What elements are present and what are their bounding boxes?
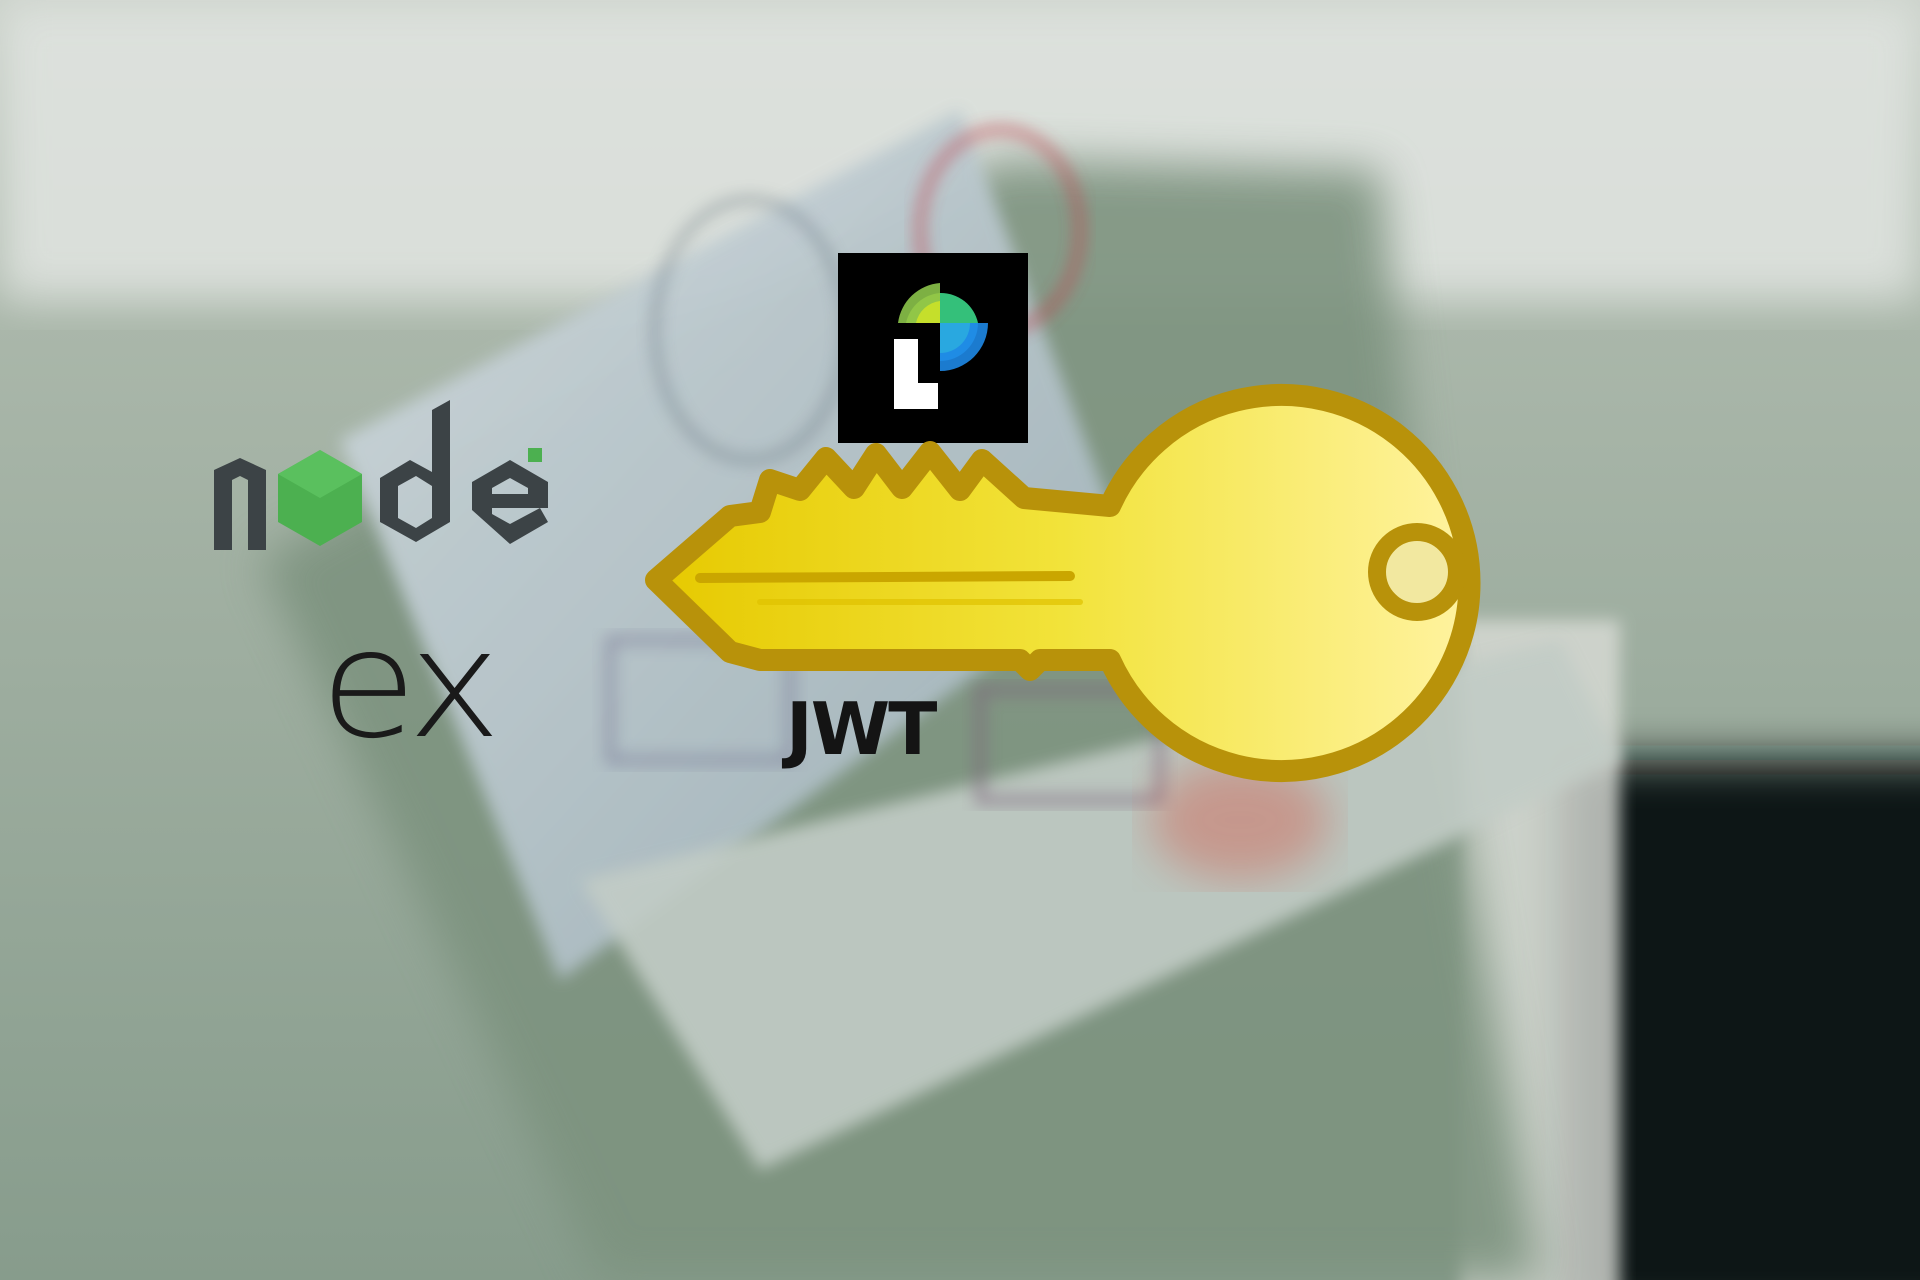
nodejs-logo bbox=[210, 400, 630, 570]
scene: ex JWT bbox=[0, 0, 1920, 1280]
key-icon bbox=[640, 340, 1540, 800]
express-logo: ex bbox=[320, 610, 540, 760]
express-logo-text: ex bbox=[320, 598, 501, 772]
